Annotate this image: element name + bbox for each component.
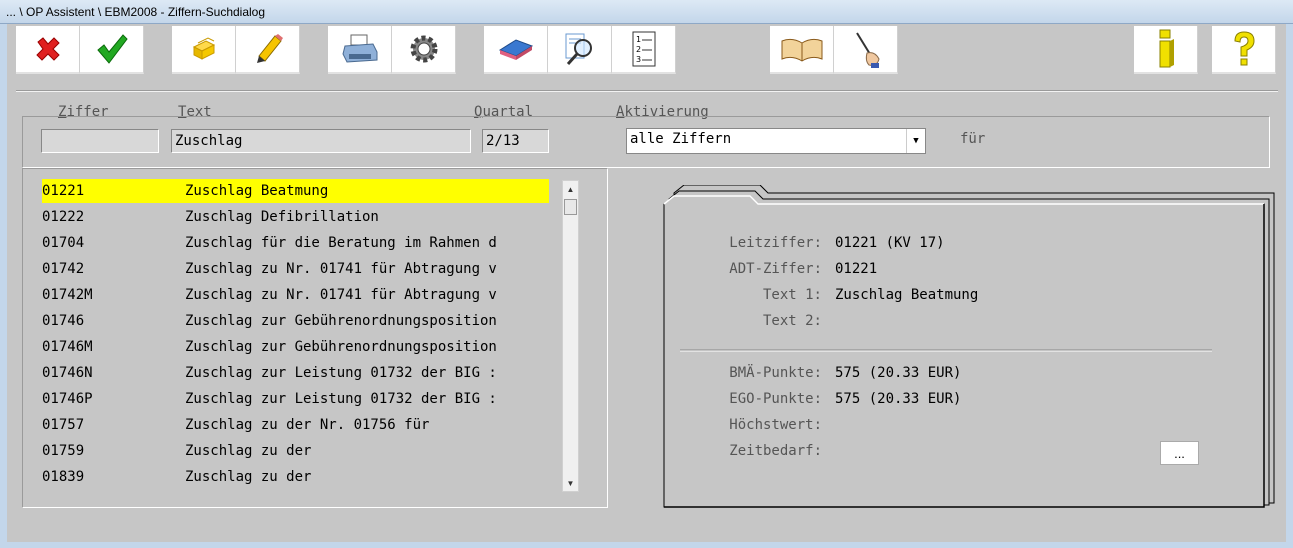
adt-label: ADT-Ziffer: bbox=[729, 261, 822, 277]
list-item-code: 01746P bbox=[42, 391, 93, 407]
list-item-text: Zuschlag zu der Nr. 01756 für bbox=[185, 417, 430, 433]
search-button[interactable] bbox=[548, 26, 612, 74]
list-button[interactable]: 1 2 3 bbox=[612, 26, 676, 74]
list-item[interactable]: 01746 Zuschlag zur Gebührenordnungspositi… bbox=[42, 309, 549, 333]
fuer-label: für bbox=[960, 131, 986, 147]
zeitbedarf-label: Zeitbedarf: bbox=[729, 443, 822, 459]
results-scrollbar[interactable]: ▲ ▼ bbox=[562, 180, 579, 492]
ziffer-input[interactable] bbox=[41, 129, 159, 153]
ego-value: 575 (20.33 EUR) bbox=[835, 391, 962, 407]
toolbar-separator bbox=[16, 90, 1278, 92]
stack-icon bbox=[192, 37, 215, 60]
list-item-text: Zuschlag zu der bbox=[185, 469, 312, 485]
list-item[interactable]: 01742 Zuschlag zu Nr. 01741 für Abtragung… bbox=[42, 257, 549, 281]
list-item[interactable]: 01221 Zuschlag Beatmung bbox=[42, 179, 549, 203]
list-item-text: Zuschlag zur Leistung 01732 der BIG : bbox=[185, 365, 497, 381]
list-item[interactable]: 01746N Zuschlag zur Leistung 01732 der BI… bbox=[42, 361, 549, 385]
magnifier-icon bbox=[565, 33, 592, 66]
svg-text:2: 2 bbox=[636, 45, 641, 54]
hand-pen-icon bbox=[855, 32, 880, 68]
list-item[interactable]: 01222 Zuschlag Defibrillation bbox=[42, 205, 549, 229]
list-item[interactable]: 01759 Zuschlag zu der bbox=[42, 439, 549, 463]
list-item-code: 01746 bbox=[42, 313, 85, 329]
list-item-text: Zuschlag zu der bbox=[185, 443, 312, 459]
aktivierung-value: alle Ziffern bbox=[630, 131, 732, 147]
list-item-code: 01222 bbox=[42, 209, 85, 225]
list-item-code: 01759 bbox=[42, 443, 85, 459]
gear-icon bbox=[410, 35, 437, 63]
write-button[interactable] bbox=[834, 26, 898, 74]
list-item-code: 01757 bbox=[42, 417, 85, 433]
window-title: ... \ OP Assistent \ EBM2008 - Ziffern-S… bbox=[6, 5, 266, 19]
adt-value: 01221 bbox=[835, 261, 878, 277]
list-item-code: 01742 bbox=[42, 261, 85, 277]
eraser-icon bbox=[498, 39, 533, 60]
green-check-icon bbox=[96, 34, 128, 64]
list-item-text: Zuschlag zur Gebührenordnungsposition bbox=[185, 339, 497, 355]
text-input[interactable]: Zuschlag bbox=[171, 129, 471, 153]
info-button[interactable] bbox=[1134, 26, 1198, 74]
scroll-thumb[interactable] bbox=[564, 199, 577, 215]
list-item-code: 01746M bbox=[42, 339, 93, 355]
list-item[interactable]: 01839 Zuschlag zu der bbox=[42, 465, 549, 489]
window-frame-left bbox=[0, 24, 7, 548]
text1-label: Text 1: bbox=[762, 287, 822, 303]
list-item-code: 01704 bbox=[42, 235, 85, 251]
numbered-list-icon: 1 2 3 bbox=[632, 31, 655, 67]
settings-button[interactable] bbox=[392, 26, 456, 74]
print-button[interactable] bbox=[328, 26, 392, 74]
scroll-up-icon[interactable]: ▲ bbox=[563, 181, 578, 197]
text2-label: Text 2: bbox=[762, 313, 822, 329]
list-item[interactable]: 01742M Zuschlag zu Nr. 01741 für Abtragun… bbox=[42, 283, 549, 307]
bma-value: 575 (20.33 EUR) bbox=[835, 365, 962, 381]
more-button[interactable]: ... bbox=[1160, 441, 1199, 465]
svg-text:1: 1 bbox=[636, 35, 641, 44]
list-item-text: Zuschlag zu Nr. 01741 für Abtragung v bbox=[185, 261, 497, 277]
window-frame-bottom bbox=[0, 542, 1293, 548]
cancel-button[interactable] bbox=[16, 26, 80, 74]
ego-label: EGO-Punkte: bbox=[729, 391, 822, 407]
book-button[interactable] bbox=[770, 26, 834, 74]
leitziffer-label: Leitziffer: bbox=[729, 235, 822, 251]
bma-label: BMÄ-Punkte: bbox=[729, 365, 822, 381]
chevron-down-icon[interactable]: ▼ bbox=[906, 129, 925, 153]
list-item-text: Zuschlag Beatmung bbox=[185, 183, 329, 199]
title-bar: ... \ OP Assistent \ EBM2008 - Ziffern-S… bbox=[0, 0, 1293, 24]
list-item-text: Zuschlag zu Nr. 01741 für Abtragung v bbox=[185, 287, 497, 303]
window-frame-right bbox=[1286, 24, 1293, 548]
help-button[interactable] bbox=[1212, 26, 1276, 74]
copy-button[interactable] bbox=[172, 26, 236, 74]
question-icon bbox=[1233, 31, 1255, 66]
edit-button[interactable] bbox=[236, 26, 300, 74]
printer-icon bbox=[341, 34, 377, 63]
list-item-text: Zuschlag für die Beratung im Rahmen d bbox=[185, 235, 497, 251]
hoechstwert-label: Höchstwert: bbox=[729, 417, 822, 433]
list-item[interactable]: 01746M Zuschlag zur Gebührenordnungsposit… bbox=[42, 335, 549, 359]
red-x-icon bbox=[35, 37, 60, 61]
list-item-code: 01221 bbox=[42, 183, 85, 199]
list-item-text: Zuschlag zur Leistung 01732 der BIG : bbox=[185, 391, 497, 407]
list-item[interactable]: 01704 Zuschlag für die Beratung im Rahmen… bbox=[42, 231, 549, 255]
pencil-icon bbox=[256, 34, 283, 63]
list-item[interactable]: 01757 Zuschlag zu der Nr. 01756 für bbox=[42, 413, 549, 437]
text1-value: Zuschlag Beatmung bbox=[835, 287, 979, 303]
list-item-text: Zuschlag Defibrillation bbox=[185, 209, 379, 225]
aktivierung-select[interactable]: alle Ziffern ▼ bbox=[626, 128, 926, 154]
list-item-code: 01746N bbox=[42, 365, 93, 381]
list-item-code: 01839 bbox=[42, 469, 85, 485]
svg-text:3: 3 bbox=[636, 55, 641, 64]
ok-button[interactable] bbox=[80, 26, 144, 74]
book-icon bbox=[781, 38, 822, 62]
list-item[interactable]: 01746P Zuschlag zur Leistung 01732 der BI… bbox=[42, 387, 549, 411]
list-item-text: Zuschlag zur Gebührenordnungsposition bbox=[185, 313, 497, 329]
leitziffer-value: 01221 (KV 17) bbox=[835, 235, 945, 251]
quartal-input[interactable]: 2/13 bbox=[482, 129, 549, 153]
info-icon bbox=[1159, 29, 1174, 68]
scroll-down-icon[interactable]: ▼ bbox=[563, 475, 578, 491]
list-item-code: 01742M bbox=[42, 287, 93, 303]
clear-button[interactable] bbox=[484, 26, 548, 74]
